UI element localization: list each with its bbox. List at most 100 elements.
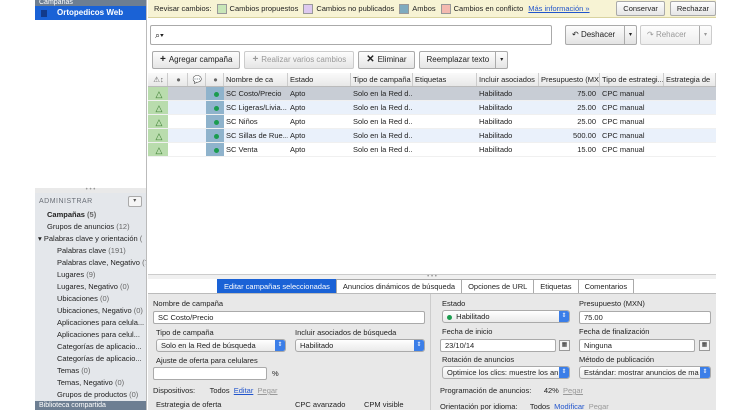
cell-strategy[interactable]: CPC manual	[600, 143, 664, 156]
cell-partners[interactable]: Habilitado	[477, 115, 539, 128]
cell-bid-strategy[interactable]	[664, 87, 716, 100]
language-paste-link[interactable]: Pegar	[589, 402, 609, 410]
sidebar-item[interactable]: Categorías de aplicacio...	[35, 353, 146, 365]
devices-edit-link[interactable]: Editar	[234, 386, 254, 395]
sidebar-item[interactable]: Palabras clave (191)	[35, 245, 146, 257]
delete-button[interactable]: ✕ Eliminar	[358, 51, 415, 69]
replace-text-button[interactable]: Reemplazar texto ▾	[418, 51, 509, 69]
language-edit-link[interactable]: Modificar	[554, 402, 584, 410]
sidebar-item[interactable]: Palabras clave, Negativo (7	[35, 257, 146, 269]
review-filter-chip[interactable]: Cambios en conflicto	[440, 3, 523, 14]
cell-type[interactable]: Solo en la Red d...	[351, 143, 413, 156]
manage-menu-button[interactable]: ▾	[128, 195, 142, 207]
cell-type[interactable]: Solo en la Red d...	[351, 87, 413, 100]
sidebar-item[interactable]: Grupos de anuncios (12)	[35, 221, 146, 233]
calendar-icon[interactable]: ▦	[699, 340, 710, 351]
cell-strategy[interactable]: CPC manual	[600, 101, 664, 114]
cell-strategy[interactable]: CPC manual	[600, 129, 664, 142]
info-column-icon[interactable]: ●	[168, 73, 188, 86]
sidebar-item[interactable]: Aplicaciones para celul...	[35, 329, 146, 341]
cell-bid-strategy[interactable]	[664, 143, 716, 156]
cell-name[interactable]: SC Niños	[224, 115, 288, 128]
cell-name[interactable]: SC Sillas de Rue...	[224, 129, 288, 142]
cell-name[interactable]: SC Costo/Precio	[224, 87, 288, 100]
start-date-field[interactable]: 23/10/14	[440, 339, 556, 352]
cell-budget[interactable]: 15.00	[539, 143, 600, 156]
more-info-link[interactable]: Más información »	[528, 4, 589, 13]
review-filter-chip[interactable]: Ambos	[399, 3, 436, 14]
multiple-changes-button[interactable]: + Realizar varios cambios	[244, 51, 355, 69]
cell-status[interactable]: Apto	[288, 129, 351, 142]
column-header[interactable]: Tipo de estrategi...	[600, 73, 664, 86]
add-campaign-button[interactable]: + Agregar campaña	[152, 51, 241, 69]
cell-budget[interactable]: 25.00	[539, 101, 600, 114]
sidebar-item[interactable]: Campañas (5)	[35, 209, 146, 221]
review-filter-chip[interactable]: Cambios propuestos	[216, 3, 298, 14]
cell-strategy[interactable]: CPC manual	[600, 115, 664, 128]
redo-button[interactable]: ↷ Rehacer ▾	[640, 25, 712, 45]
cell-strategy[interactable]: CPC manual	[600, 87, 664, 100]
edit-tab[interactable]: Etiquetas	[533, 279, 579, 293]
partners-select[interactable]: Habilitado ⇕	[295, 339, 425, 352]
cell-partners[interactable]: Habilitado	[477, 101, 539, 114]
sidebar-item[interactable]: Lugares, Negativo (0)	[35, 281, 146, 293]
sidebar-item[interactable]: ▾ Palabras clave y orientación (	[35, 233, 146, 245]
keep-button[interactable]: Conservar	[616, 1, 665, 16]
cell-labels[interactable]	[413, 87, 477, 100]
end-date-field[interactable]: Ninguna	[579, 339, 695, 352]
account-item-selected[interactable]: Ortopedicos Web	[35, 6, 146, 20]
sidebar-item[interactable]: Grupos de productos (0)	[35, 389, 146, 401]
cell-status[interactable]: Apto	[288, 87, 351, 100]
chevron-down-icon[interactable]: ▾	[495, 52, 507, 68]
cell-type[interactable]: Solo en la Red d...	[351, 115, 413, 128]
delivery-method-select[interactable]: Estándar: mostrar anuncios de ma ⇕	[579, 366, 711, 379]
cell-status[interactable]: Apto	[288, 143, 351, 156]
table-row[interactable]: △ SC Venta Apto Solo en la Red d... Habilita…	[148, 143, 716, 157]
sidebar-item[interactable]: Aplicaciones para celula...	[35, 317, 146, 329]
review-filter-chip[interactable]: Cambios no publicados	[303, 3, 394, 14]
column-header[interactable]: Nombre de ca	[224, 73, 288, 86]
search-input[interactable]: ⌕▾	[150, 25, 552, 45]
cell-name[interactable]: SC Ligeras/Livia...	[224, 101, 288, 114]
cell-name[interactable]: SC Venta	[224, 143, 288, 156]
column-header[interactable]: Incluir asociados	[477, 73, 539, 86]
edit-tab[interactable]: Editar campañas seleccionadas	[217, 279, 337, 293]
cell-type[interactable]: Solo en la Red d...	[351, 129, 413, 142]
ad-rotation-select[interactable]: Optimice los clics: muestre los an ⇕	[442, 366, 570, 379]
chevron-down-icon[interactable]: ▾	[699, 26, 711, 44]
column-header[interactable]: Etiquetas	[413, 73, 477, 86]
cell-labels[interactable]	[413, 129, 477, 142]
cell-status[interactable]: Apto	[288, 115, 351, 128]
shared-library-header[interactable]: Biblioteca compartida	[35, 401, 146, 410]
ad-schedule-paste-link[interactable]: Pegar	[563, 386, 583, 395]
cell-labels[interactable]	[413, 115, 477, 128]
table-row[interactable]: △ SC Sillas de Rue... Apto Solo en la Red d…	[148, 129, 716, 143]
cell-bid-strategy[interactable]	[664, 129, 716, 142]
edit-tab[interactable]: Opciones de URL	[461, 279, 535, 293]
mobile-bid-field[interactable]	[153, 367, 267, 380]
edit-tab[interactable]: Comentarios	[577, 279, 635, 293]
column-header[interactable]: Presupuesto (MXN)	[539, 73, 600, 86]
column-header[interactable]: Estado	[288, 73, 351, 86]
reject-button[interactable]: Rechazar	[669, 1, 716, 16]
cell-labels[interactable]	[413, 143, 477, 156]
undo-button[interactable]: ↶ Deshacer ▾	[565, 25, 637, 45]
search-icon[interactable]: ⌕▾	[155, 30, 164, 40]
sidebar-item[interactable]: Temas, Negativo (0)	[35, 377, 146, 389]
cell-status[interactable]: Apto	[288, 101, 351, 114]
warning-column-icon[interactable]: ⚠↕	[148, 73, 168, 86]
cell-bid-strategy[interactable]	[664, 115, 716, 128]
column-header[interactable]: Tipo de campaña	[351, 73, 413, 86]
cell-type[interactable]: Solo en la Red d...	[351, 101, 413, 114]
budget-field[interactable]: 75.00	[579, 311, 711, 324]
chevron-down-icon[interactable]: ▾	[624, 26, 636, 44]
cell-partners[interactable]: Habilitado	[477, 143, 539, 156]
calendar-icon[interactable]: ▦	[559, 340, 570, 351]
table-row[interactable]: △ SC Niños Apto Solo en la Red d... Habilita…	[148, 115, 716, 129]
cell-partners[interactable]: Habilitado	[477, 129, 539, 142]
sidebar-item[interactable]: Ubicaciones, Negativo (0)	[35, 305, 146, 317]
cell-bid-strategy[interactable]	[664, 101, 716, 114]
column-header[interactable]: Estrategia de	[664, 73, 716, 86]
campaign-name-field[interactable]: SC Costo/Precio	[153, 311, 425, 324]
edit-tab[interactable]: Anuncios dinámicos de búsqueda	[335, 279, 463, 293]
